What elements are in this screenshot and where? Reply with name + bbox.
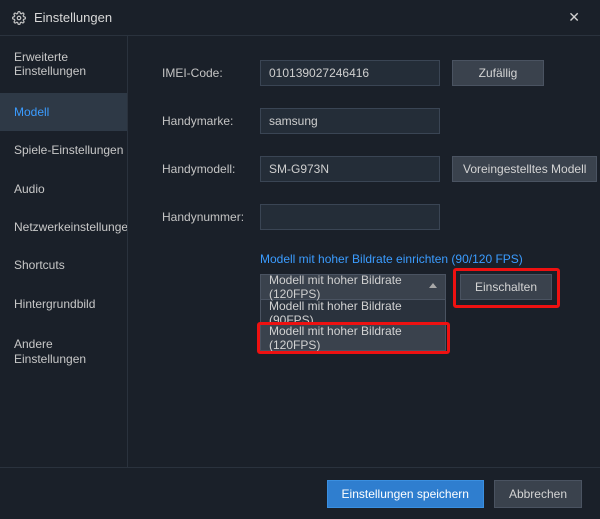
row-brand: Handymarke: (162, 108, 597, 134)
sidebar-item-label: Modell (14, 105, 49, 119)
imei-label: IMEI-Code: (162, 66, 252, 80)
highfps-section-title: Modell mit hoher Bildrate einrichten (90… (260, 252, 597, 266)
form-area: IMEI-Code: Zufällig Handymarke: Handymod… (128, 36, 600, 467)
enable-button[interactable]: Einschalten (460, 274, 552, 300)
brand-input[interactable] (260, 108, 440, 134)
chevron-up-icon (429, 283, 437, 288)
highfps-option-90[interactable]: Modell mit hoher Bildrate (90FPS) (261, 300, 445, 325)
close-icon[interactable]: ✕ (560, 5, 588, 30)
phonenum-label: Handynummer: (162, 210, 252, 224)
footer: Einstellungen speichern Abbrechen (0, 467, 600, 519)
imei-input[interactable] (260, 60, 440, 86)
highfps-row: Modell mit hoher Bildrate (120FPS) Model… (260, 274, 597, 351)
sidebar: Erweiterte Einstellungen Modell Spiele-E… (0, 36, 128, 467)
highfps-option-120[interactable]: Modell mit hoher Bildrate (120FPS) (261, 325, 445, 350)
sidebar-item-label: Erweiterte Einstellungen (14, 50, 86, 78)
highfps-option-label: Modell mit hoher Bildrate (120FPS) (269, 324, 437, 352)
sidebar-item-advanced[interactable]: Erweiterte Einstellungen (0, 36, 127, 93)
sidebar-item-audio[interactable]: Audio (0, 170, 127, 208)
sidebar-item-label: Shortcuts (14, 258, 65, 272)
sidebar-item-wallpaper[interactable]: Hintergrundbild (0, 285, 127, 323)
sidebar-item-label: Hintergrundbild (14, 297, 95, 311)
gear-icon (12, 11, 26, 25)
highfps-option-label: Modell mit hoher Bildrate (90FPS) (269, 299, 437, 327)
highfps-dropdown: Modell mit hoher Bildrate (120FPS) Model… (260, 274, 446, 351)
sidebar-item-label: Netzwerkeinstellungen (14, 220, 127, 234)
content: Erweiterte Einstellungen Modell Spiele-E… (0, 36, 600, 467)
sidebar-item-label: Audio (14, 182, 45, 196)
sidebar-item-model[interactable]: Modell (0, 93, 127, 131)
sidebar-item-shortcuts[interactable]: Shortcuts (0, 246, 127, 284)
sidebar-item-label: Andere Einstellungen (14, 337, 86, 365)
titlebar: Einstellungen ✕ (0, 0, 600, 36)
highfps-dropdown-selected[interactable]: Modell mit hoher Bildrate (120FPS) (260, 274, 446, 300)
row-imei: IMEI-Code: Zufällig (162, 60, 597, 86)
window-title: Einstellungen (34, 10, 560, 25)
highfps-selected-text: Modell mit hoher Bildrate (120FPS) (269, 273, 437, 301)
preset-model-button[interactable]: Voreingestelltes Modell (452, 156, 597, 182)
sidebar-item-network[interactable]: Netzwerkeinstellungen (0, 208, 127, 246)
model-input[interactable] (260, 156, 440, 182)
enable-wrap: Einschalten (446, 274, 552, 300)
row-model: Handymodell: Voreingestelltes Modell (162, 156, 597, 182)
sidebar-item-other[interactable]: Andere Einstellungen (0, 323, 127, 380)
brand-label: Handymarke: (162, 114, 252, 128)
random-button[interactable]: Zufällig (452, 60, 544, 86)
save-button[interactable]: Einstellungen speichern (327, 480, 484, 508)
model-label: Handymodell: (162, 162, 252, 176)
highfps-dropdown-list: Modell mit hoher Bildrate (90FPS) Modell… (260, 300, 446, 351)
phonenum-input[interactable] (260, 204, 440, 230)
cancel-button[interactable]: Abbrechen (494, 480, 582, 508)
sidebar-item-games[interactable]: Spiele-Einstellungen (0, 131, 127, 169)
sidebar-item-label: Spiele-Einstellungen (14, 143, 123, 157)
row-phonenum: Handynummer: (162, 204, 597, 230)
